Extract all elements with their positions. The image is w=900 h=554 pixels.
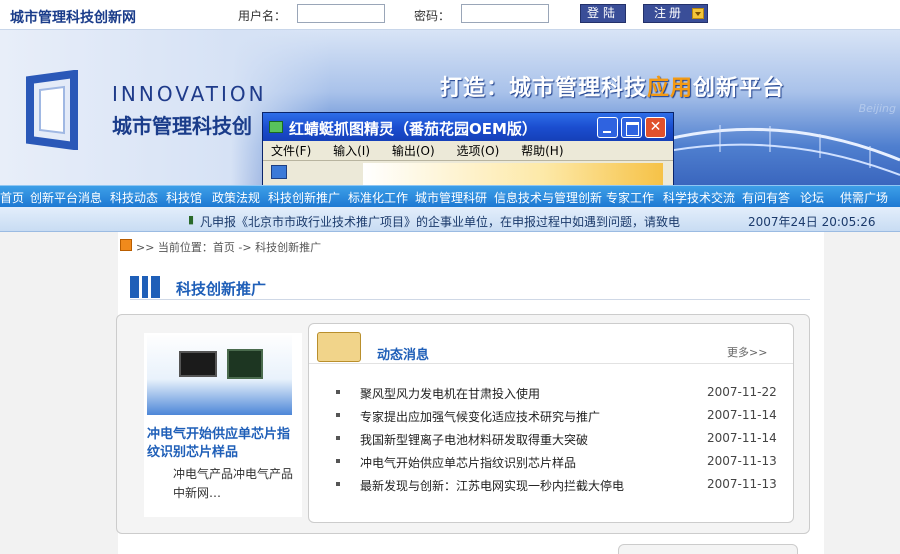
window-menubar: 文件(F) 输入(I) 输出(O) 选项(O) 帮助(H) [263,141,673,161]
section-title: 科技创新推广 [176,280,267,298]
more-link[interactable]: 更多>> [727,344,767,360]
top-login-bar: 城市管理科技创新网 用户名： 密码： 登陆 注册 [0,0,900,30]
chip-icon [179,351,217,377]
nav-item-tech-news[interactable]: 科技动态 [110,189,158,206]
register-button-label: 注册 [654,6,685,20]
home-icon [120,239,132,251]
featured-title[interactable]: 冲电气开始供应单芯片指纹识别芯片样品 [147,426,297,462]
nav-item-experts[interactable]: 专家工作 [606,189,654,206]
breadcrumb-text: >> 当前位置：首页 -> 科技创新推广 [136,241,322,254]
slogan-prefix: 打造：城市管理科技 [440,76,648,101]
nav-item-standardization[interactable]: 标准化工作 [348,189,408,206]
content-panel: 冲电气开始供应单芯片指纹识别芯片样品 冲电气产品冲电气产品中新网… 动态消息 更… [116,314,810,534]
news-title[interactable]: 我国新型锂离子电池材料研发取得重大突破 [360,431,588,448]
news-title[interactable]: 最新发现与创新：江苏电网实现一秒内拦截大停电 [360,477,624,494]
list-item[interactable]: 冲电气开始供应单芯片指纹识别芯片样品 2007-11-13 [309,451,793,473]
news-date: 2007-11-22 [707,385,777,399]
nav-item-policy[interactable]: 政策法规 [212,189,260,206]
bullet-icon [336,413,340,417]
slogan-suffix: 创新平台 [693,76,786,101]
dropdown-arrow-icon[interactable] [692,8,704,19]
nav-item-tech-hall[interactable]: 科技馆 [166,189,202,206]
notice-icon: ▮ [188,213,195,226]
featured-article: 冲电气开始供应单芯片指纹识别芯片样品 冲电气产品冲电气产品中新网… [144,333,302,517]
nav-item-market[interactable]: 供需广场 [840,189,888,206]
ticker-message[interactable]: 凡申报《北京市市政行业技术推广项目》的企事业单位，在申报过程中如遇到问题，请致电… [200,213,684,230]
section-bars-icon [130,276,160,298]
list-item[interactable]: 聚风型风力发电机在甘肃投入使用 2007-11-22 [309,382,793,404]
login-button[interactable]: 登陆 [580,4,626,23]
nav-item-forum[interactable]: 论坛 [800,189,824,206]
site-name: 城市管理科技创新网 [10,10,136,26]
close-button[interactable]: ✕ [645,117,666,138]
bullet-icon [336,436,340,440]
promo-strip [363,163,663,186]
news-date: 2007-11-14 [707,408,777,422]
nav-item-platform-news[interactable]: 创新平台消息 [30,189,102,206]
news-date: 2007-11-13 [707,477,777,491]
password-label: 密码： [414,9,451,23]
window-titlebar[interactable]: 红蜻蜓抓图精灵（番茄花园OEM版） ✕ [263,113,673,141]
nav-item-home[interactable]: 首页 [0,189,24,206]
news-date: 2007-11-14 [707,431,777,445]
logo-english-text: INNOVATION [112,82,267,106]
list-item[interactable]: 我国新型锂离子电池材料研发取得重大突破 2007-11-14 [309,428,793,450]
list-item[interactable]: 专家提出应加强气候变化适应技术研究与推广 2007-11-14 [309,405,793,427]
nav-item-research[interactable]: 城市管理科研 [415,189,487,206]
slogan-highlight: 应用 [647,76,694,101]
nav-item-qa[interactable]: 有问有答 [742,189,790,206]
news-title[interactable]: 专家提出应加强气候变化适应技术研究与推广 [360,408,600,425]
list-item[interactable]: 最新发现与创新：江苏电网实现一秒内拦截大停电 2007-11-13 [309,474,793,496]
maximize-button[interactable] [621,117,642,138]
news-title[interactable]: 冲电气开始供应单芯片指纹识别芯片样品 [360,454,576,471]
window-title: 红蜻蜓抓图精灵（番茄花园OEM版） [289,120,537,138]
olympic-emblem-text: Beijing [858,102,896,115]
camera-icon [269,121,283,133]
featured-desc: 冲电气产品冲电气产品中新网… [173,467,294,500]
banner-slogan: 打造：城市管理科技应用创新平台 [440,70,785,102]
minimize-button[interactable] [597,117,618,138]
main-nav: 首页 创新平台消息 科技动态 科技馆 政策法规 科技创新推广 标准化工作 城市管… [0,185,900,207]
password-input[interactable] [461,4,549,23]
news-date: 2007-11-13 [707,454,777,468]
main-content: >> 当前位置：首页 -> 科技创新推广 科技创新推广 冲电气开始供应单芯片指纹… [116,232,824,554]
featured-image[interactable] [147,335,292,415]
news-title[interactable]: 聚风型风力发电机在甘肃投入使用 [360,385,540,402]
menu-options[interactable]: 选项(O) [456,141,499,161]
news-heading: 动态消息 [377,348,430,363]
monitor-icon[interactable] [271,165,287,179]
bullet-icon [336,390,340,394]
innovation-logo-icon [26,70,78,150]
notice-ticker: ▮ 凡申报《北京市市政行业技术推广项目》的企事业单位，在申报过程中如遇到问题，请… [0,207,900,232]
next-panel-edge [618,544,798,554]
register-button[interactable]: 注册 [643,4,708,23]
username-label: 用户名： [238,9,287,23]
logo-chinese-text: 城市管理科技创 [112,114,252,138]
nav-item-exchange[interactable]: 科学技术交流 [663,189,735,206]
ticker-date: 2007年24日 20:05:26 [748,215,876,229]
nav-item-it-management[interactable]: 信息技术与管理创新 [494,189,602,206]
menu-help[interactable]: 帮助(H) [521,141,563,161]
chip-icon [227,349,263,379]
menu-input[interactable]: 输入(I) [333,141,370,161]
news-box: 动态消息 更多>> 聚风型风力发电机在甘肃投入使用 2007-11-22 专家提… [308,323,794,523]
section-header: 科技创新推广 [130,274,810,300]
scroll-icon [317,332,361,362]
nav-item-tech-promotion[interactable]: 科技创新推广 [268,189,340,206]
username-input[interactable] [297,4,385,23]
menu-file[interactable]: 文件(F) [271,141,311,161]
menu-output[interactable]: 输出(O) [392,141,435,161]
capture-tool-window[interactable]: 红蜻蜓抓图精灵（番茄花园OEM版） ✕ 文件(F) 输入(I) 输出(O) 选项… [262,112,674,187]
bullet-icon [336,459,340,463]
bullet-icon [336,482,340,486]
news-header: 动态消息 更多>> [309,332,793,364]
window-body [263,161,673,186]
